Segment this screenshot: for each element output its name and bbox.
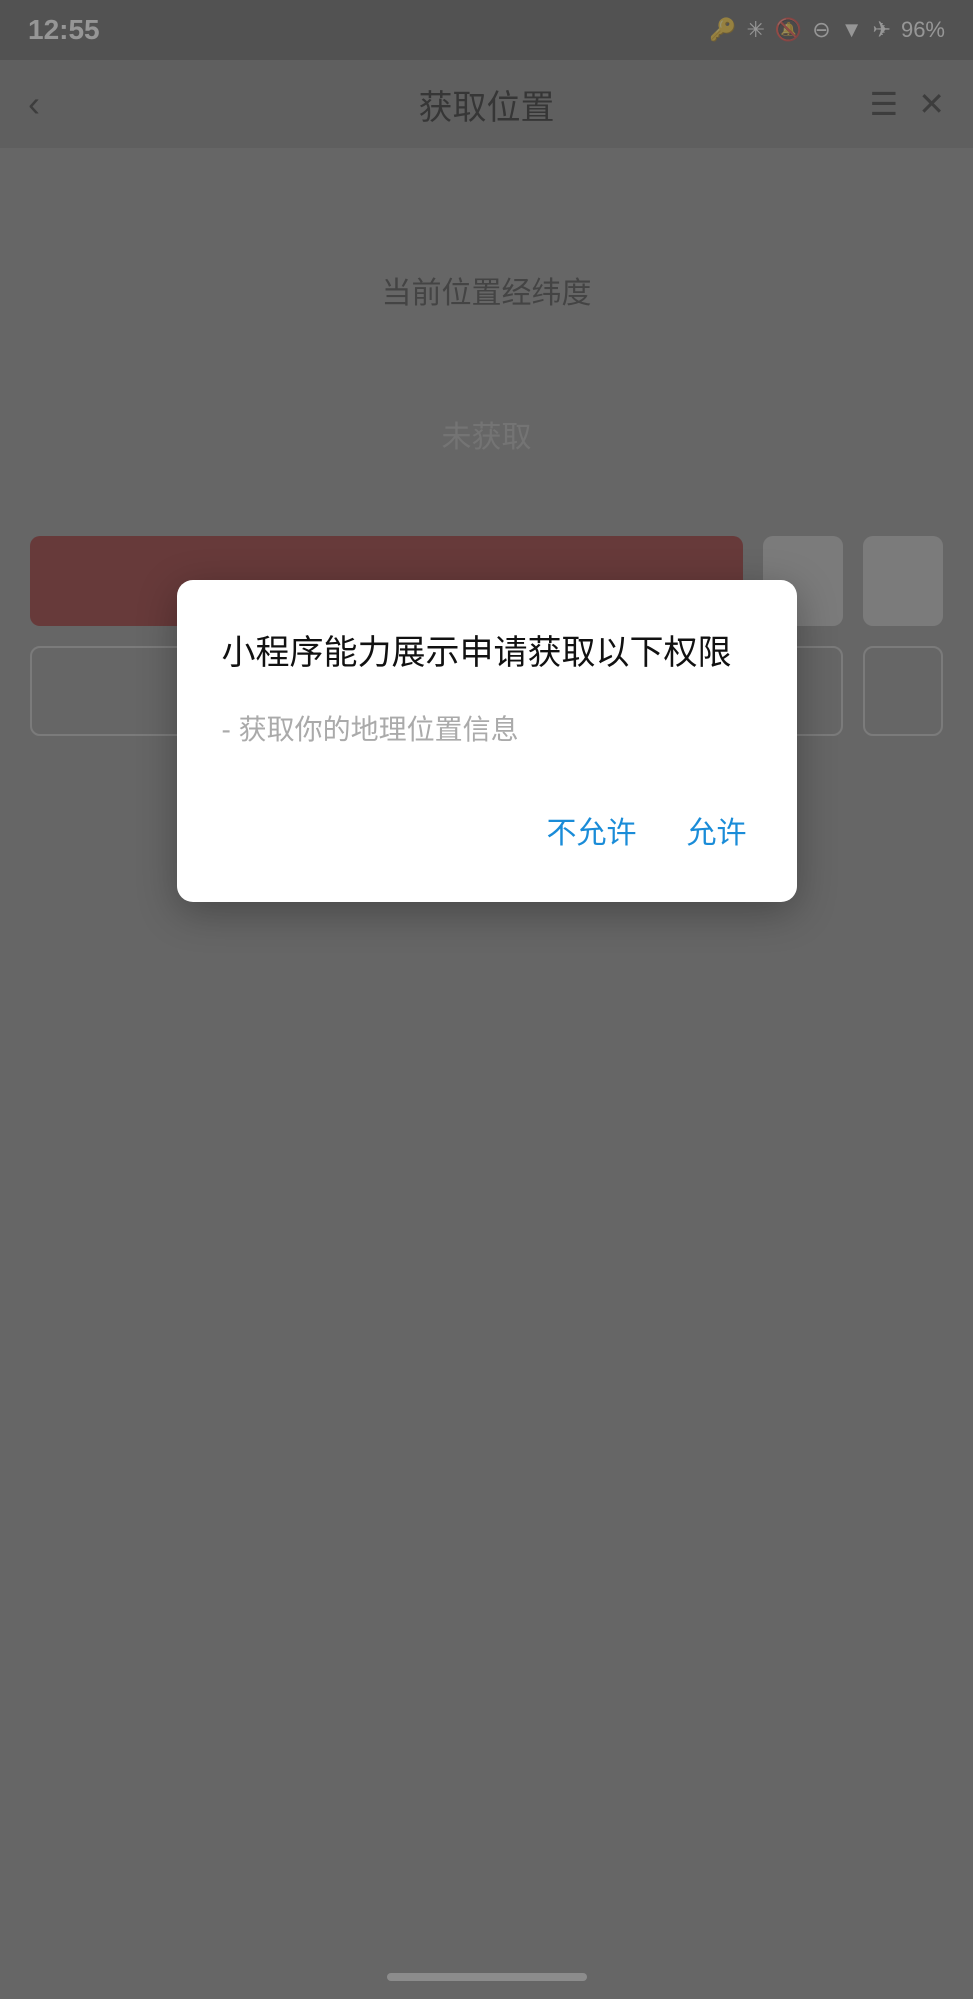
permission-dialog: 小程序能力展示申请获取以下权限 - 获取你的地理位置信息 不允许 允许	[177, 580, 797, 902]
allow-button[interactable]: 允许	[682, 798, 752, 862]
deny-button[interactable]: 不允许	[542, 798, 642, 862]
dialog-title: 小程序能力展示申请获取以下权限	[222, 630, 752, 678]
dialog-overlay	[0, 0, 973, 1999]
dialog-buttons: 不允许 允许	[222, 798, 752, 862]
dialog-permission: - 获取你的地理位置信息	[222, 708, 752, 748]
